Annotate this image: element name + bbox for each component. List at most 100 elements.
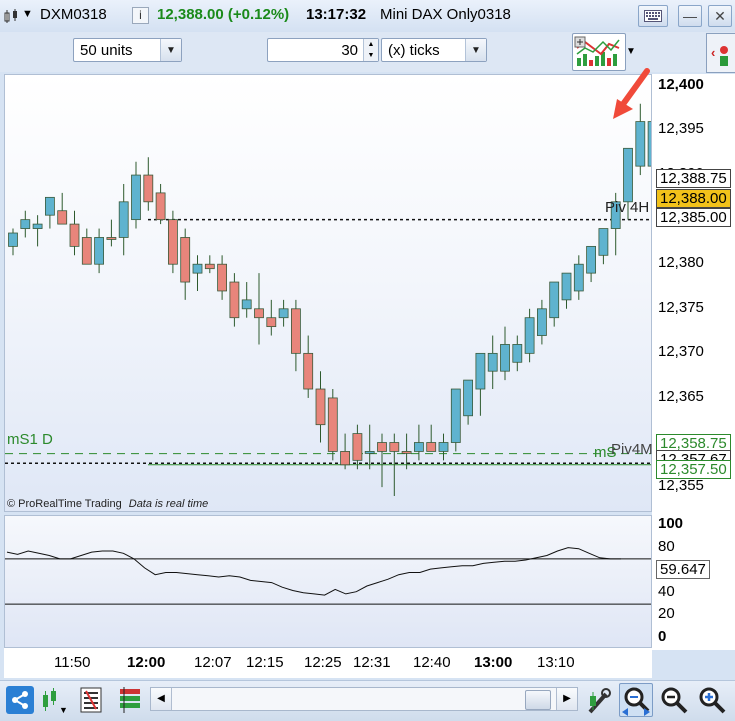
candle-body — [8, 232, 18, 247]
chart-type-button[interactable]: ▼ — [40, 687, 70, 715]
info-button[interactable]: i — [132, 7, 149, 24]
candle-body — [143, 174, 154, 203]
close-icon: ✕ — [714, 7, 726, 24]
zoom-out-button[interactable] — [659, 685, 689, 715]
candle-body — [598, 228, 609, 256]
tools-icon — [588, 688, 611, 714]
candle-body — [623, 147, 633, 203]
candle-body — [106, 237, 117, 240]
keyboard-button[interactable] — [638, 5, 668, 27]
indicators-button[interactable] — [118, 687, 142, 713]
candle-body — [426, 442, 437, 452]
candlestick-type-icon: ▼ — [43, 688, 68, 715]
price-tag-6: 12,357.50 — [656, 460, 731, 479]
candle-body — [241, 299, 252, 310]
indicator-tick-label: 20 — [658, 605, 675, 623]
candle-body — [131, 174, 141, 221]
bottom-toolbar: ▼ ◀ ▶ — [0, 680, 735, 721]
candle-body — [290, 308, 301, 354]
price-chart-svg[interactable] — [5, 75, 651, 511]
scroll-right-icon[interactable]: ▶ — [556, 688, 577, 710]
time-axis[interactable]: 11:50 12:00 12:07 12:15 12:25 12:31 12:40 13:00… — [4, 648, 652, 678]
close-button[interactable]: ✕ — [708, 5, 732, 27]
share-icon — [12, 691, 28, 709]
price-chart-pane[interactable]: mS1 D Piv 4H mS Piv4M © ProRealTime Trad… — [4, 68, 653, 512]
level-label-piv4h: Piv 4H — [605, 199, 650, 216]
price-tick-label: 12,365 — [658, 387, 704, 405]
zoom-fit-button[interactable] — [619, 683, 653, 717]
candle-body — [57, 210, 68, 225]
share-button[interactable] — [6, 686, 34, 714]
candle-body — [118, 201, 129, 238]
candle-body — [20, 219, 31, 229]
indicator-pane[interactable] — [4, 515, 652, 648]
candle-body — [32, 223, 43, 229]
indicators-icon — [120, 687, 140, 713]
keyboard-icon — [644, 10, 662, 22]
candle-body — [192, 263, 203, 274]
units-dropdown[interactable]: 50 units ▼ — [73, 38, 182, 62]
candle-body — [254, 308, 264, 319]
price-tick-label: 12,355 — [658, 477, 704, 495]
price-tick-label: 12,380 — [658, 254, 704, 272]
price-change: 12,388.00 (+0.12%) — [157, 6, 290, 23]
candle-body — [229, 281, 240, 319]
time-tick-label: 12:31 — [353, 654, 391, 671]
time-tick-label: 12:07 — [194, 654, 232, 671]
indicator-tick-label: 40 — [658, 582, 675, 600]
units-value: 50 units — [80, 41, 133, 59]
candle-body — [69, 223, 80, 247]
price-axis[interactable]: 12,35512,36012,36512,37012,37512,38012,3… — [652, 74, 735, 650]
candle-body — [180, 237, 191, 283]
zoom-in-button[interactable] — [697, 685, 727, 715]
candle-body — [475, 352, 486, 390]
candle-body — [413, 442, 424, 452]
zoom-out-icon — [661, 687, 688, 714]
candle-body — [377, 442, 387, 452]
candle-body — [561, 272, 572, 301]
tools-button[interactable] — [586, 686, 612, 716]
ticks-count-field[interactable]: 30 ▲ ▼ — [267, 38, 379, 62]
candle-body — [303, 352, 314, 390]
candle-body — [573, 263, 584, 292]
candlestick-chart-icon[interactable] — [3, 8, 19, 24]
candle-body — [438, 442, 449, 452]
candle-body — [586, 245, 596, 274]
candle-body — [450, 388, 461, 443]
scroll-left-icon[interactable]: ◀ — [151, 688, 172, 710]
ticks-unit-arrow-icon[interactable]: ▼ — [465, 39, 486, 61]
units-dropdown-arrow-icon[interactable]: ▼ — [160, 39, 181, 61]
scroll-thumb[interactable] — [525, 690, 551, 710]
candle-body — [500, 344, 510, 372]
side-panel-toggle-icon[interactable]: ‹ — [706, 33, 735, 73]
candle-body — [401, 451, 412, 454]
candle-body — [94, 237, 104, 265]
symbol-label[interactable]: DXM0318 — [40, 6, 107, 23]
candle-body — [155, 192, 166, 221]
candle-body — [352, 433, 363, 461]
indicator-style-arrow-icon[interactable]: ▼ — [626, 46, 636, 57]
candle-body — [266, 317, 277, 328]
candle-body — [167, 219, 178, 265]
indicator-line — [6, 547, 621, 596]
indicator-value-tag: 59.647 — [656, 560, 710, 579]
time-scrollbar[interactable]: ◀ ▶ — [150, 687, 578, 711]
candle-body — [340, 451, 351, 466]
time-tick-label: 12:00 — [127, 654, 166, 671]
candle-body — [217, 263, 228, 292]
candle-body — [512, 344, 523, 363]
time-tick-label: 12:40 — [413, 654, 451, 671]
svg-text:‹: ‹ — [711, 45, 715, 60]
symbol-menu-arrow-icon[interactable]: ▼ — [22, 8, 33, 20]
zoom-in-icon — [699, 687, 726, 714]
price-tick-label: 12,395 — [658, 120, 704, 138]
price-tick-label: 12,400 — [658, 75, 704, 93]
indicator-chart-svg[interactable] — [5, 516, 651, 647]
list-button[interactable] — [80, 687, 102, 713]
ticks-unit-dropdown[interactable]: (x) ticks ▼ — [381, 38, 487, 62]
minimize-button[interactable]: — — [678, 5, 702, 27]
minimize-icon: — — [683, 8, 697, 24]
price-tag-current: 12,388.00 — [656, 189, 731, 208]
candle-body — [524, 317, 535, 354]
ticks-spinner-icon[interactable]: ▲ ▼ — [363, 39, 378, 61]
